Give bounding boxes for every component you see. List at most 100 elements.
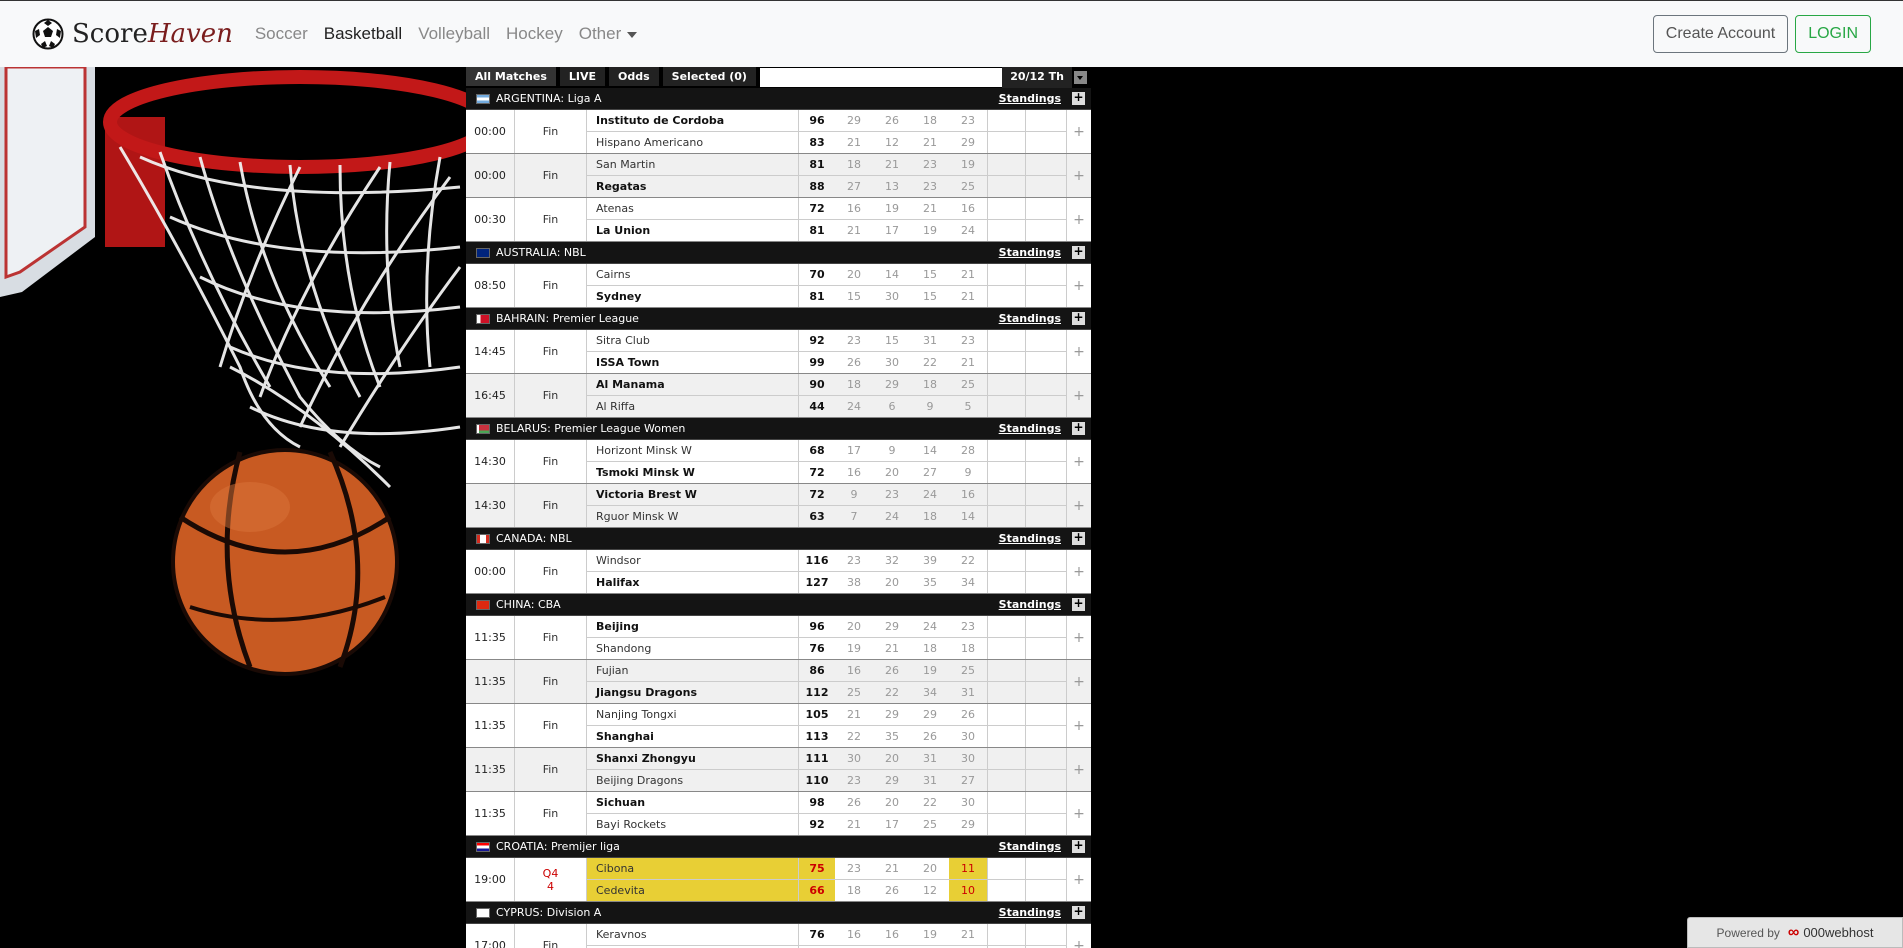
league-header[interactable]: CROATIA: Premijer liga Standings + <box>466 836 1091 858</box>
team-name[interactable]: Al Riffa <box>587 396 798 417</box>
add-to-selected-icon[interactable]: + <box>1066 704 1091 747</box>
nav-soccer[interactable]: Soccer <box>255 24 308 44</box>
match-row[interactable]: 00:00 Fin Windsor 116 23 32 39 22 Halifax 12… <box>466 550 1091 594</box>
team-name[interactable]: Shandong <box>587 638 798 659</box>
match-row[interactable]: 14:30 Fin Victoria Brest W 72 9 23 24 16 Rgu… <box>466 484 1091 528</box>
add-to-selected-icon[interactable]: + <box>1066 748 1091 791</box>
standings-link[interactable]: Standings <box>999 532 1061 545</box>
league-header[interactable]: AUSTRALIA: NBL Standings + <box>466 242 1091 264</box>
team-name[interactable]: Sitra Club <box>587 330 798 351</box>
team-name[interactable]: Fujian <box>587 660 798 681</box>
expand-league-icon[interactable]: + <box>1072 839 1085 853</box>
team-name[interactable]: Al Manama <box>587 374 798 395</box>
tab-odds[interactable]: Odds <box>609 67 659 88</box>
team-name[interactable]: Cairns <box>587 264 798 285</box>
team-name[interactable]: Tsmoki Minsk W <box>587 462 798 483</box>
add-to-selected-icon[interactable]: + <box>1066 792 1091 835</box>
add-to-selected-icon[interactable]: + <box>1066 924 1091 948</box>
team-name[interactable]: Victoria Brest W <box>587 484 798 505</box>
match-row[interactable]: 14:45 Fin Sitra Club 92 23 15 31 23 ISSA Tow… <box>466 330 1091 374</box>
add-to-selected-icon[interactable]: + <box>1066 198 1091 241</box>
match-row[interactable]: 19:00 Q4 4 Cibona 75 23 21 20 11 Cedevita 66 1… <box>466 858 1091 902</box>
brand-logo[interactable]: ScoreHaven <box>32 18 233 50</box>
match-row[interactable]: 11:35 Fin Sichuan 98 26 20 22 30 Bayi Rocket… <box>466 792 1091 836</box>
nav-volleyball[interactable]: Volleyball <box>418 24 490 44</box>
match-row[interactable]: 14:30 Fin Horizont Minsk W 68 17 9 14 28 Tsm… <box>466 440 1091 484</box>
standings-link[interactable]: Standings <box>999 906 1061 919</box>
add-to-selected-icon[interactable]: + <box>1066 264 1091 307</box>
league-header[interactable]: BAHRAIN: Premier League Standings + <box>466 308 1091 330</box>
add-to-selected-icon[interactable]: + <box>1066 484 1091 527</box>
add-to-selected-icon[interactable]: + <box>1066 330 1091 373</box>
team-name[interactable]: Beijing <box>587 616 798 637</box>
add-to-selected-icon[interactable]: + <box>1066 440 1091 483</box>
expand-league-icon[interactable]: + <box>1072 311 1085 325</box>
team-name[interactable]: La Union <box>587 220 798 241</box>
match-row[interactable]: 08:50 Fin Cairns 70 20 14 15 21 Sydney 81 15 3… <box>466 264 1091 308</box>
team-name[interactable]: Horizont Minsk W <box>587 440 798 461</box>
standings-link[interactable]: Standings <box>999 422 1061 435</box>
powered-by-badge[interactable]: Powered by ∞ 000webhost <box>1687 917 1903 948</box>
team-name[interactable]: Sydney <box>587 286 798 307</box>
league-header[interactable]: CANADA: NBL Standings + <box>466 528 1091 550</box>
team-name[interactable]: Nanjing Tongxi <box>587 704 798 725</box>
nav-hockey[interactable]: Hockey <box>506 24 563 44</box>
match-row[interactable]: 11:35 Fin Shanxi Zhongyu 111 30 20 31 30 Bei… <box>466 748 1091 792</box>
league-header[interactable]: CYPRUS: Division A Standings + <box>466 902 1091 924</box>
match-row[interactable]: 11:35 Fin Beijing 96 20 29 24 23 Shandong 76… <box>466 616 1091 660</box>
expand-league-icon[interactable]: + <box>1072 421 1085 435</box>
team-name[interactable]: Cibona <box>587 858 798 880</box>
team-name[interactable]: Sichuan <box>587 792 798 813</box>
match-row[interactable]: 00:00 Fin San Martin 81 18 21 23 19 Regatas … <box>466 154 1091 198</box>
team-name[interactable]: San Martin <box>587 154 798 175</box>
standings-link[interactable]: Standings <box>999 598 1061 611</box>
expand-league-icon[interactable]: + <box>1072 905 1085 919</box>
add-to-selected-icon[interactable]: + <box>1066 858 1091 901</box>
team-name[interactable]: Cedevita <box>587 880 798 901</box>
team-name[interactable]: Windsor <box>587 550 798 571</box>
tab-all-matches[interactable]: All Matches <box>466 67 556 88</box>
team-name[interactable]: Hispano Americano <box>587 132 798 153</box>
tab-selected[interactable]: Selected (0) <box>662 67 756 88</box>
tab-live[interactable]: LIVE <box>559 67 606 88</box>
league-header[interactable]: ARGENTINA: Liga A Standings + <box>466 88 1091 110</box>
team-name[interactable]: Halifax <box>587 572 798 593</box>
team-name[interactable]: Bayi Rockets <box>587 814 798 835</box>
match-row[interactable]: 16:45 Fin Al Manama 90 18 29 18 25 Al Riffa … <box>466 374 1091 418</box>
nav-other-dropdown[interactable]: Other <box>579 24 638 44</box>
team-name[interactable]: ISSA Town <box>587 352 798 373</box>
date-selector[interactable]: 20/12 Th <box>1002 67 1072 88</box>
add-to-selected-icon[interactable]: + <box>1066 660 1091 703</box>
nav-basketball[interactable]: Basketball <box>324 24 402 44</box>
team-name[interactable]: Beijing Dragons <box>587 770 798 791</box>
login-button[interactable]: LOGIN <box>1795 15 1871 53</box>
match-row[interactable]: 11:35 Fin Nanjing Tongxi 105 21 29 29 26 Sha… <box>466 704 1091 748</box>
team-name[interactable]: Instituto de Cordoba <box>587 110 798 131</box>
standings-link[interactable]: Standings <box>999 312 1061 325</box>
team-name[interactable]: Jiangsu Dragons <box>587 682 798 703</box>
match-row[interactable]: 17:00 Fin Keravnos 7616161921 Apollon 83… <box>466 924 1091 948</box>
add-to-selected-icon[interactable]: + <box>1066 616 1091 659</box>
team-name[interactable]: Regatas <box>587 176 798 197</box>
standings-link[interactable]: Standings <box>999 92 1061 105</box>
expand-league-icon[interactable]: + <box>1072 531 1085 545</box>
expand-league-icon[interactable]: + <box>1072 91 1085 105</box>
match-row[interactable]: 00:30 Fin Atenas 72 16 19 21 16 La Union 81 2… <box>466 198 1091 242</box>
team-name[interactable]: Rguor Minsk W <box>587 506 798 527</box>
team-name[interactable]: Atenas <box>587 198 798 219</box>
match-row[interactable]: 00:00 Fin Instituto de Cordoba 96 29 26 18 2… <box>466 110 1091 154</box>
add-to-selected-icon[interactable]: + <box>1066 374 1091 417</box>
add-to-selected-icon[interactable]: + <box>1066 110 1091 153</box>
standings-link[interactable]: Standings <box>999 840 1061 853</box>
add-to-selected-icon[interactable]: + <box>1066 550 1091 593</box>
match-row[interactable]: 11:35 Fin Fujian 86 16 26 19 25 Jiangsu Drag… <box>466 660 1091 704</box>
team-name[interactable]: Shanghai <box>587 726 798 747</box>
league-header[interactable]: CHINA: CBA Standings + <box>466 594 1091 616</box>
create-account-button[interactable]: Create Account <box>1652 15 1789 53</box>
league-header[interactable]: BELARUS: Premier League Women Standings … <box>466 418 1091 440</box>
team-name[interactable]: Keravnos <box>587 924 798 945</box>
date-dropdown-icon[interactable] <box>1074 71 1087 84</box>
expand-league-icon[interactable]: + <box>1072 245 1085 259</box>
standings-link[interactable]: Standings <box>999 246 1061 259</box>
team-name[interactable]: Shanxi Zhongyu <box>587 748 798 769</box>
